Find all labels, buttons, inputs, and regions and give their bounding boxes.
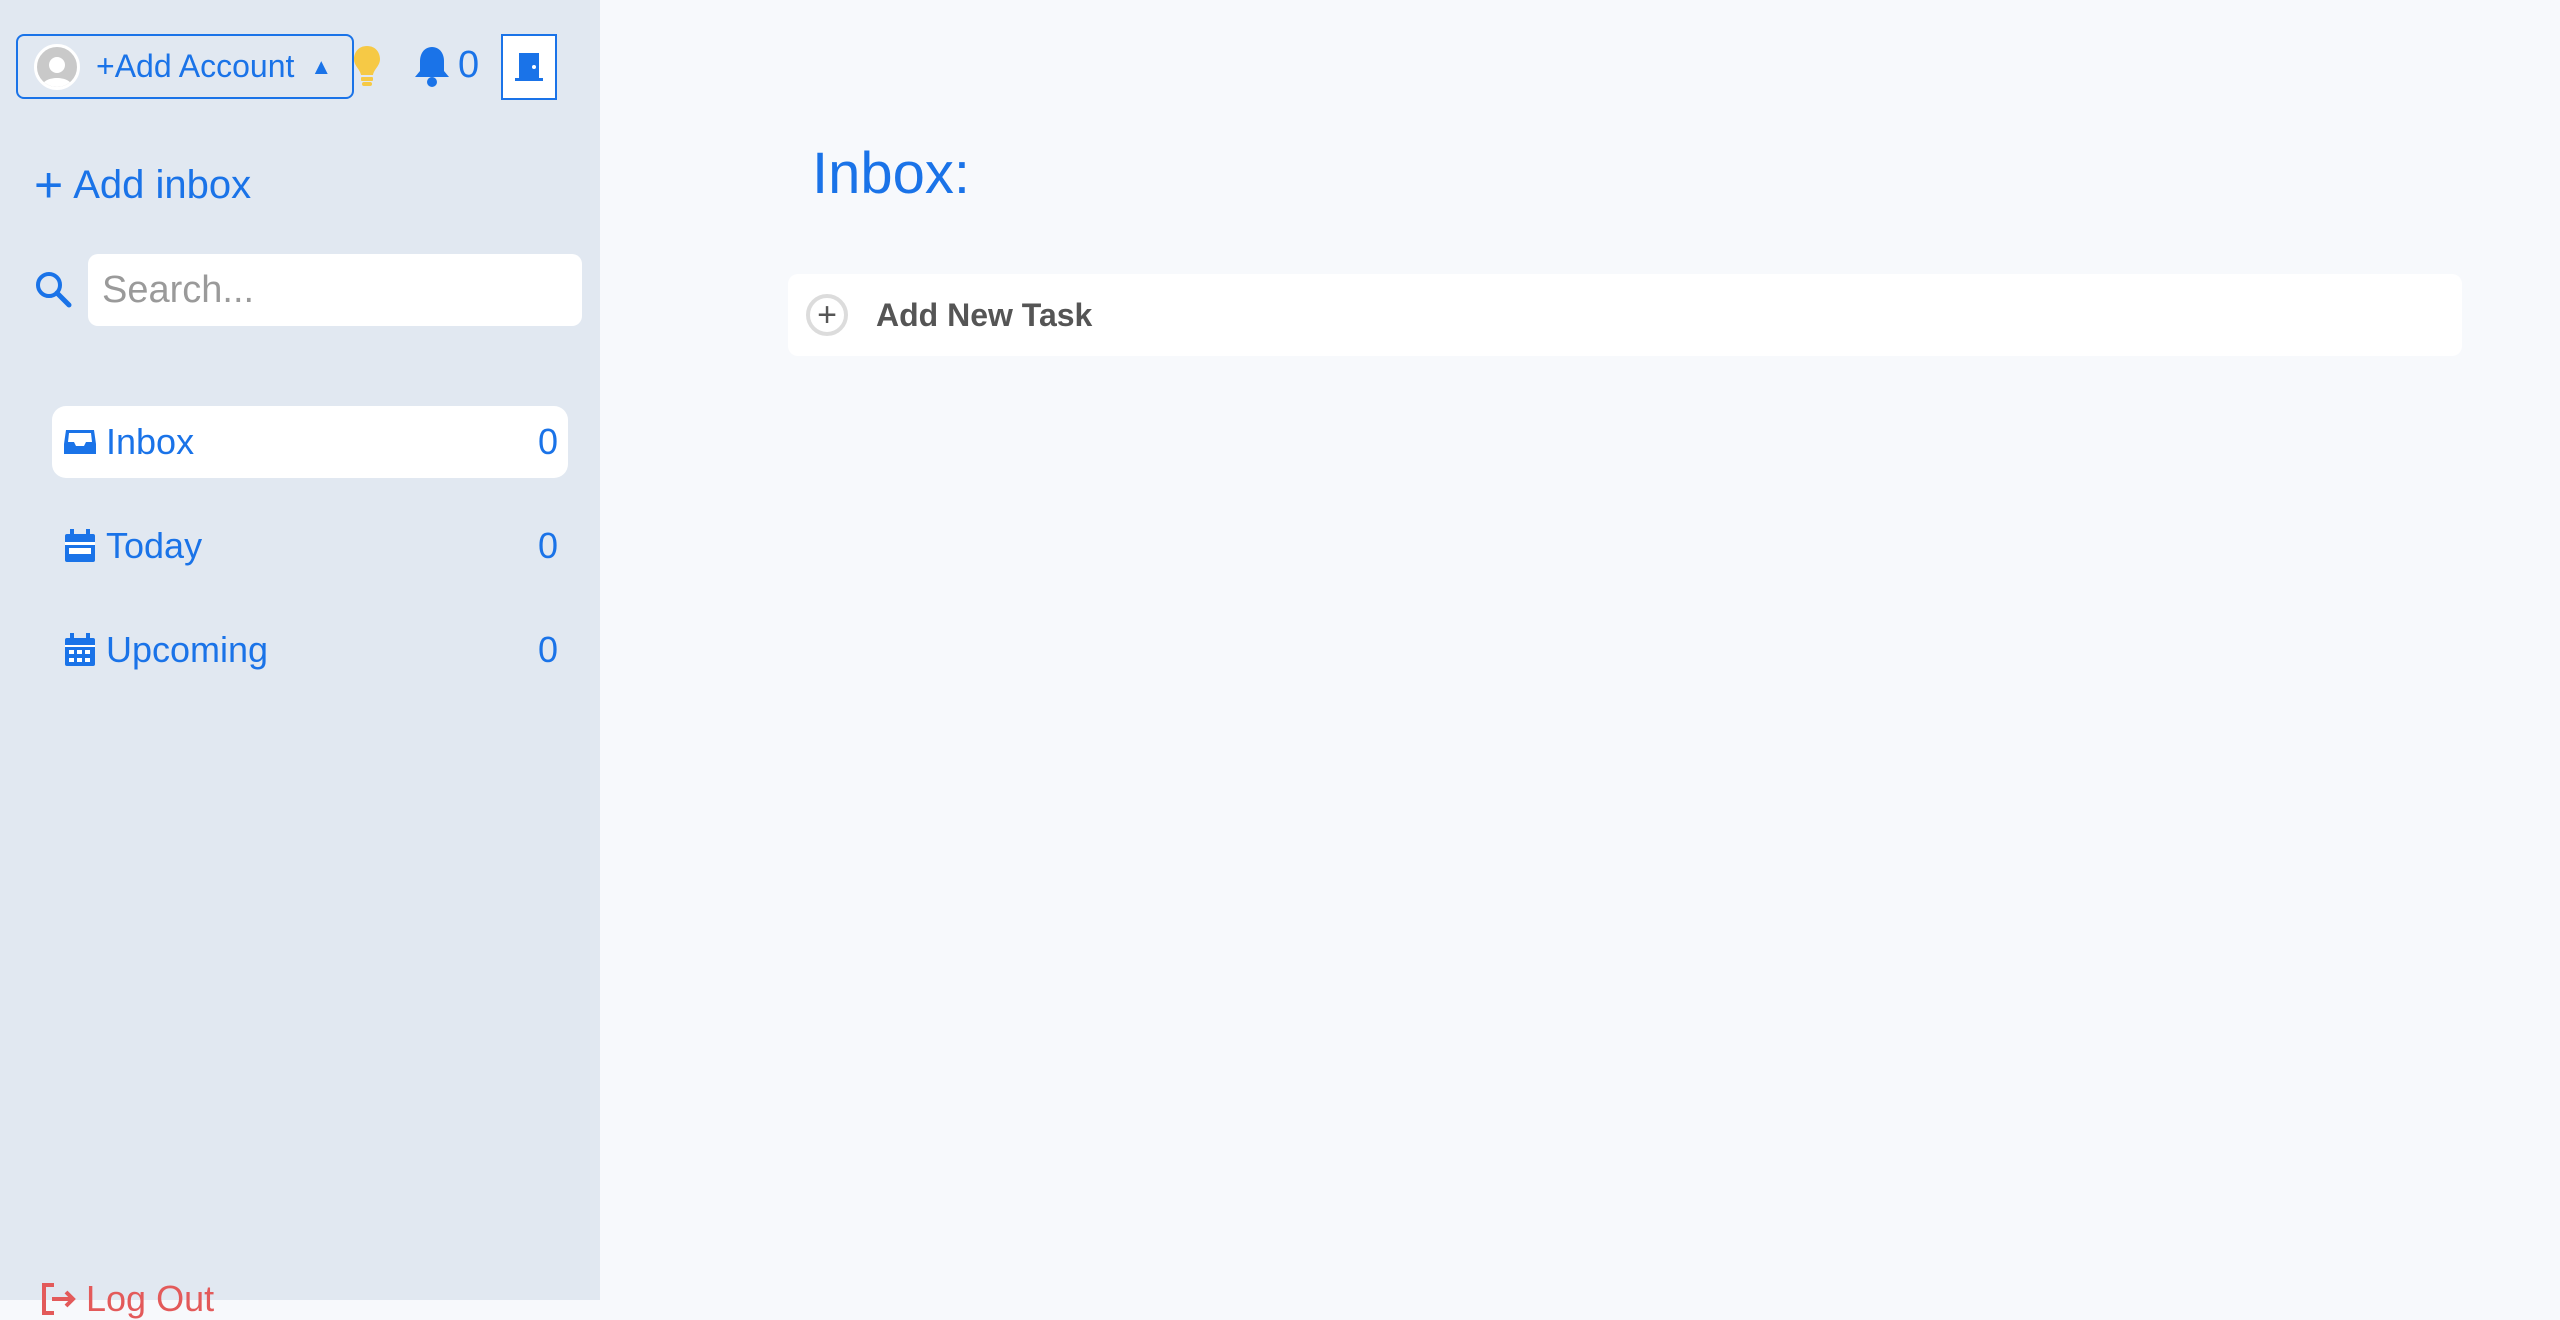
search-icon bbox=[34, 270, 72, 308]
sidebar-item-label: Upcoming bbox=[106, 629, 269, 670]
add-account-button[interactable]: +Add Account ▲ bbox=[16, 34, 354, 99]
main-content: Inbox: + Add New Task bbox=[600, 0, 2560, 1300]
user-icon bbox=[42, 56, 72, 87]
sidebar-item-upcoming[interactable]: Upcoming 0 bbox=[52, 614, 568, 686]
search-input[interactable] bbox=[88, 254, 582, 326]
lightbulb-icon[interactable] bbox=[352, 44, 382, 88]
sidebar-item-count: 0 bbox=[537, 525, 558, 566]
calendar-day-icon bbox=[65, 529, 95, 562]
inbox-icon bbox=[64, 430, 96, 454]
sidebar-item-today[interactable]: Today 0 bbox=[52, 510, 568, 582]
page-title: Inbox: bbox=[812, 141, 970, 206]
add-new-task-label: Add New Task bbox=[876, 296, 1093, 333]
caret-up-icon: ▲ bbox=[310, 53, 333, 79]
bell-icon[interactable] bbox=[412, 44, 452, 88]
add-inbox-label: Add inbox bbox=[73, 162, 252, 207]
calendar-week-icon bbox=[65, 633, 95, 666]
logout-icon bbox=[42, 1283, 76, 1315]
sidebar-item-inbox[interactable]: Inbox 0 bbox=[52, 406, 568, 478]
avatar bbox=[34, 43, 80, 90]
add-account-label: +Add Account bbox=[96, 48, 295, 84]
sidebar-item-label: Inbox bbox=[106, 421, 195, 462]
door-icon bbox=[515, 53, 543, 81]
add-inbox-button[interactable]: + Add inbox bbox=[34, 160, 251, 210]
add-new-task-button[interactable]: + Add New Task bbox=[788, 274, 2462, 356]
logout-label: Log Out bbox=[86, 1278, 215, 1319]
notification-count: 0 bbox=[458, 44, 480, 86]
plus-circle-icon: + bbox=[806, 294, 848, 336]
sidebar-item-count: 0 bbox=[537, 629, 558, 670]
plus-icon: + bbox=[34, 157, 64, 213]
sidebar-item-count: 0 bbox=[537, 421, 558, 462]
door-button[interactable] bbox=[501, 34, 557, 100]
sidebar-item-label: Today bbox=[106, 525, 203, 566]
sidebar: +Add Account ▲ 0 + Add inbox Search... I… bbox=[0, 0, 600, 1319]
logout-button[interactable]: Log Out bbox=[40, 1278, 214, 1320]
